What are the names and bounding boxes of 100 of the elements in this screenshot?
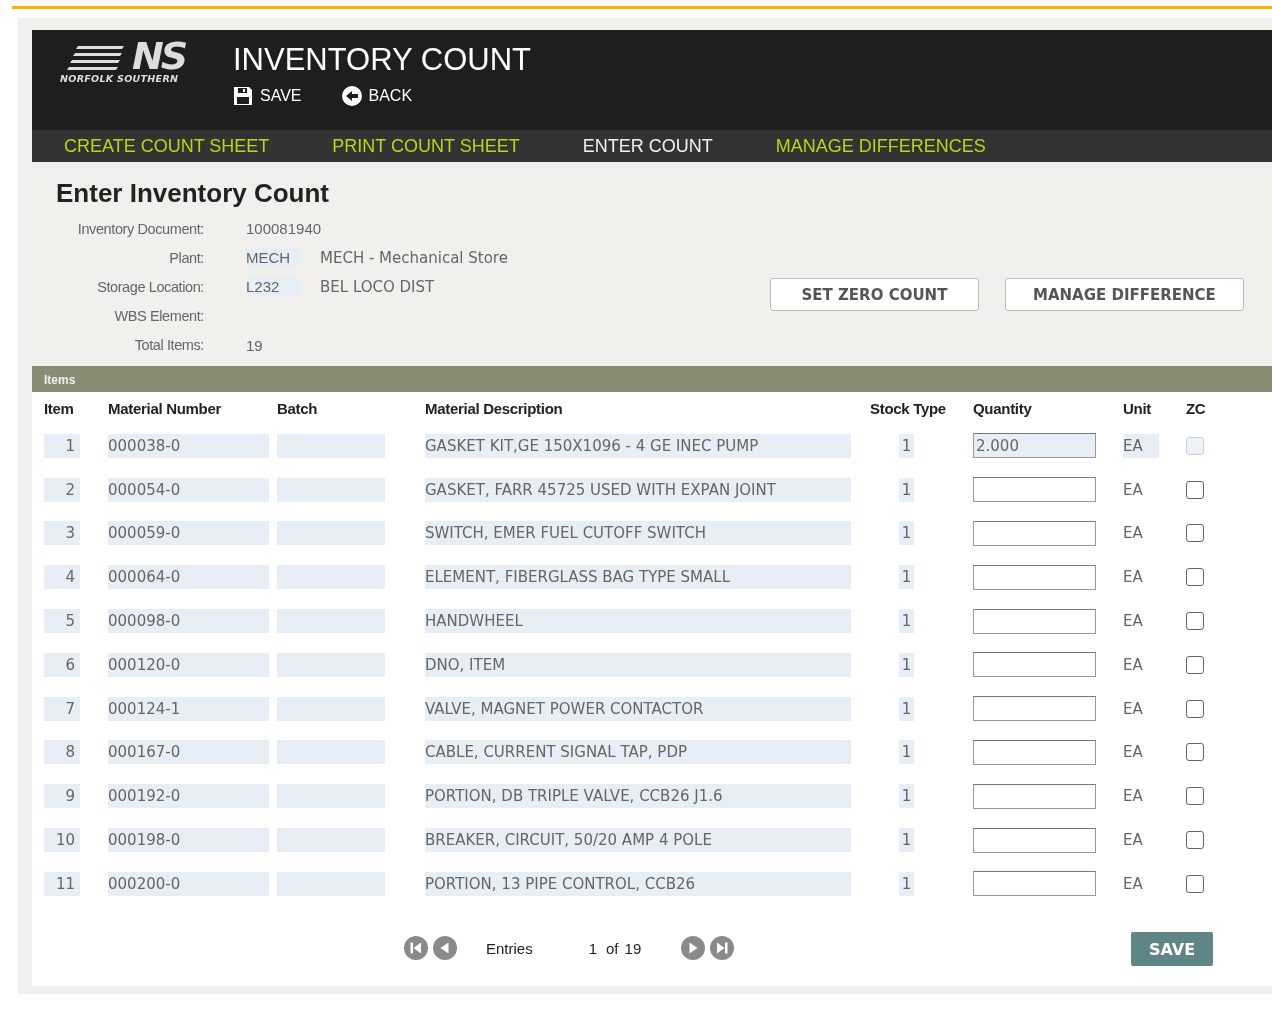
zc-checkbox[interactable] (1186, 480, 1204, 499)
table-cell-text: EA (1123, 611, 1144, 633)
column-header: Material Description (425, 399, 564, 417)
table-cell-text: EA (1123, 654, 1144, 676)
page-number: 1 (588, 939, 598, 957)
next-page-icon[interactable] (681, 936, 706, 960)
last-page-icon[interactable] (710, 936, 735, 960)
field-value: 100081940 (246, 219, 322, 240)
quantity-field[interactable] (973, 827, 1096, 853)
column-header: Unit (1123, 399, 1152, 417)
zc-checkbox[interactable] (1186, 524, 1204, 543)
table-cell: 1 (899, 696, 914, 721)
quantity-field[interactable] (973, 783, 1096, 809)
table-cell: SWITCH, EMER FUEL CUTOFF SWITCH (425, 521, 851, 546)
table-cell-text: EA (1123, 873, 1144, 895)
table-cell: DNO, ITEM (425, 652, 851, 677)
table-cell: 3 (44, 521, 80, 546)
table-cell: 10 (44, 828, 80, 853)
column-header: Quantity (973, 399, 1033, 417)
save-action[interactable]: SAVE (233, 86, 302, 106)
table-cell: HANDWHEEL (425, 609, 851, 634)
table-cell: 000192-0 (108, 784, 269, 809)
table-cell: 8 (44, 740, 80, 765)
zc-checkbox[interactable] (1186, 874, 1204, 893)
table-cell-text: EA (1123, 786, 1144, 808)
table-cell: 000124-1 (108, 696, 269, 721)
field-label: Total Items: (133, 337, 204, 354)
table-cell: PORTION, DB TRIPLE VALVE, CCB26 J1.6 (425, 784, 851, 809)
quantity-field[interactable] (973, 608, 1096, 634)
zc-checkbox[interactable] (1186, 787, 1204, 806)
zc-checkbox[interactable] (1186, 655, 1204, 674)
quantity-field[interactable] (973, 871, 1096, 897)
section-header: Items (32, 366, 1272, 392)
table-cell-text: EA (1123, 567, 1144, 589)
table-cell: 1 (899, 652, 914, 677)
nav-tab[interactable]: PRINT COUNT SHEET (332, 135, 520, 157)
table-cell: 000054-0 (108, 477, 269, 502)
table-cell: 000200-0 (108, 871, 269, 896)
pager-of: of (606, 939, 619, 957)
nav-tab[interactable]: MANAGE DIFFERENCES (775, 135, 986, 157)
nav-tab[interactable]: ENTER COUNT (582, 135, 713, 157)
table-cell: ELEMENT, FIBERGLASS BAG TYPE SMALL (425, 565, 851, 590)
table-cell: VALVE, MAGNET POWER CONTACTOR (425, 696, 851, 721)
field-label: WBS Element: (113, 308, 204, 325)
zc-checkbox[interactable] (1186, 831, 1204, 850)
table-cell: 000038-0 (108, 433, 269, 458)
previous-page-icon[interactable] (433, 936, 457, 960)
column-header: Batch (277, 399, 319, 417)
field-description: MECH - Mechanical Store (320, 248, 508, 267)
save-button[interactable]: SAVE (1131, 932, 1213, 966)
zc-checkbox[interactable] (1186, 612, 1204, 631)
table-cell: 2 (44, 477, 80, 502)
table-cell: 1 (899, 828, 914, 853)
table-cell: 1 (899, 609, 914, 634)
quantity-field[interactable] (973, 521, 1096, 546)
app-title: INVENTORY COUNT (233, 42, 531, 78)
page-title: Enter Inventory Count (56, 177, 330, 210)
zc-checkbox[interactable] (1186, 699, 1204, 718)
quantity-field[interactable] (973, 739, 1096, 765)
field-value: 19 (246, 335, 264, 356)
quantity-field[interactable] (973, 696, 1096, 722)
table-cell: PORTION, 13 PIPE CONTROL, CCB26 (425, 871, 851, 896)
zc-checkbox[interactable] (1186, 568, 1204, 587)
quantity-field[interactable] (973, 652, 1096, 678)
table-cell: 1 (899, 477, 914, 502)
table-cell: 9 (44, 784, 80, 809)
table-cell: 5 (44, 609, 80, 634)
table-cell: 000198-0 (108, 828, 269, 853)
quantity-field[interactable] (973, 564, 1096, 590)
table-cell: 6 (44, 652, 80, 677)
table-cell: GASKET, FARR 45725 USED WITH EXPAN JOINT (425, 477, 851, 502)
table-cell-text: EA (1123, 479, 1144, 501)
column-header: Item (44, 399, 75, 417)
table-cell: 4 (44, 565, 80, 590)
table-cell: 000167-0 (108, 740, 269, 765)
table-cell: 000064-0 (108, 565, 269, 590)
quantity-field[interactable] (973, 477, 1096, 503)
table-cell: 000098-0 (108, 609, 269, 634)
back-action[interactable]: BACK (341, 86, 413, 106)
table-cell: 1 (899, 784, 914, 809)
field-description: BEL LOCO DIST (320, 277, 435, 296)
field-value: MECH (246, 247, 300, 269)
first-page-icon[interactable] (404, 936, 428, 960)
field-label: Plant: (168, 249, 204, 266)
field-label: Inventory Document: (76, 220, 204, 237)
table-cell: GASKET KIT,GE 150X1096 - 4 GE INEC PUMP (425, 433, 851, 458)
table-cell-text: EA (1123, 742, 1144, 764)
table-cell: 1 (899, 433, 914, 458)
nav-tab[interactable]: CREATE COUNT SHEET (64, 135, 270, 157)
table-cell: 1 (44, 433, 80, 458)
zc-checkbox[interactable] (1186, 743, 1204, 762)
table-cell: 1 (899, 565, 914, 590)
page-total: 19 (624, 939, 642, 957)
table-cell-text: EA (1123, 523, 1144, 545)
column-header: Material Number (108, 399, 223, 417)
action-button[interactable]: MANAGE DIFFERENCE (1004, 278, 1244, 311)
action-button[interactable]: SET ZERO COUNT (769, 278, 979, 311)
table-cell: 1 (899, 740, 914, 765)
table-cell: 1 (899, 521, 914, 546)
table-cell-text: EA (1123, 698, 1144, 720)
